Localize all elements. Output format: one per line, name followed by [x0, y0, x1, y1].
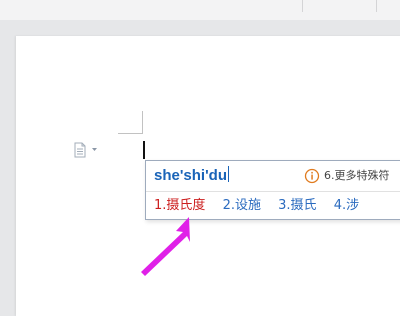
- ime-candidate[interactable]: 4.涉: [334, 196, 359, 216]
- ime-composition-bar: she'shi'du 6.更多特殊符: [146, 161, 400, 191]
- text-cursor: [143, 141, 145, 159]
- ime-composition-text: she'shi'du: [154, 166, 229, 184]
- ime-divider: [146, 191, 400, 192]
- ribbon-separator: [376, 0, 377, 12]
- ime-candidate-window[interactable]: she'shi'du 6.更多特殊符 1.摄氏度 2.设施 3.摄氏 4.涉: [145, 160, 400, 220]
- ime-candidate[interactable]: 2.设施: [223, 196, 261, 216]
- info-circle-icon: [304, 168, 320, 184]
- ime-more-symbols-hint[interactable]: 6.更多特殊符: [324, 169, 390, 183]
- ime-caret: [227, 166, 229, 182]
- margin-corner-mark: [118, 133, 142, 134]
- paste-options-icon[interactable]: [73, 142, 101, 158]
- ime-candidate[interactable]: 3.摄氏: [278, 196, 316, 216]
- ribbon-strip: [0, 0, 400, 20]
- ribbon-separator: [302, 0, 303, 12]
- ime-candidate[interactable]: 1.摄氏度: [154, 196, 205, 216]
- ime-candidate-list: 1.摄氏度 2.设施 3.摄氏 4.涉: [154, 196, 372, 216]
- margin-corner-mark: [142, 111, 143, 134]
